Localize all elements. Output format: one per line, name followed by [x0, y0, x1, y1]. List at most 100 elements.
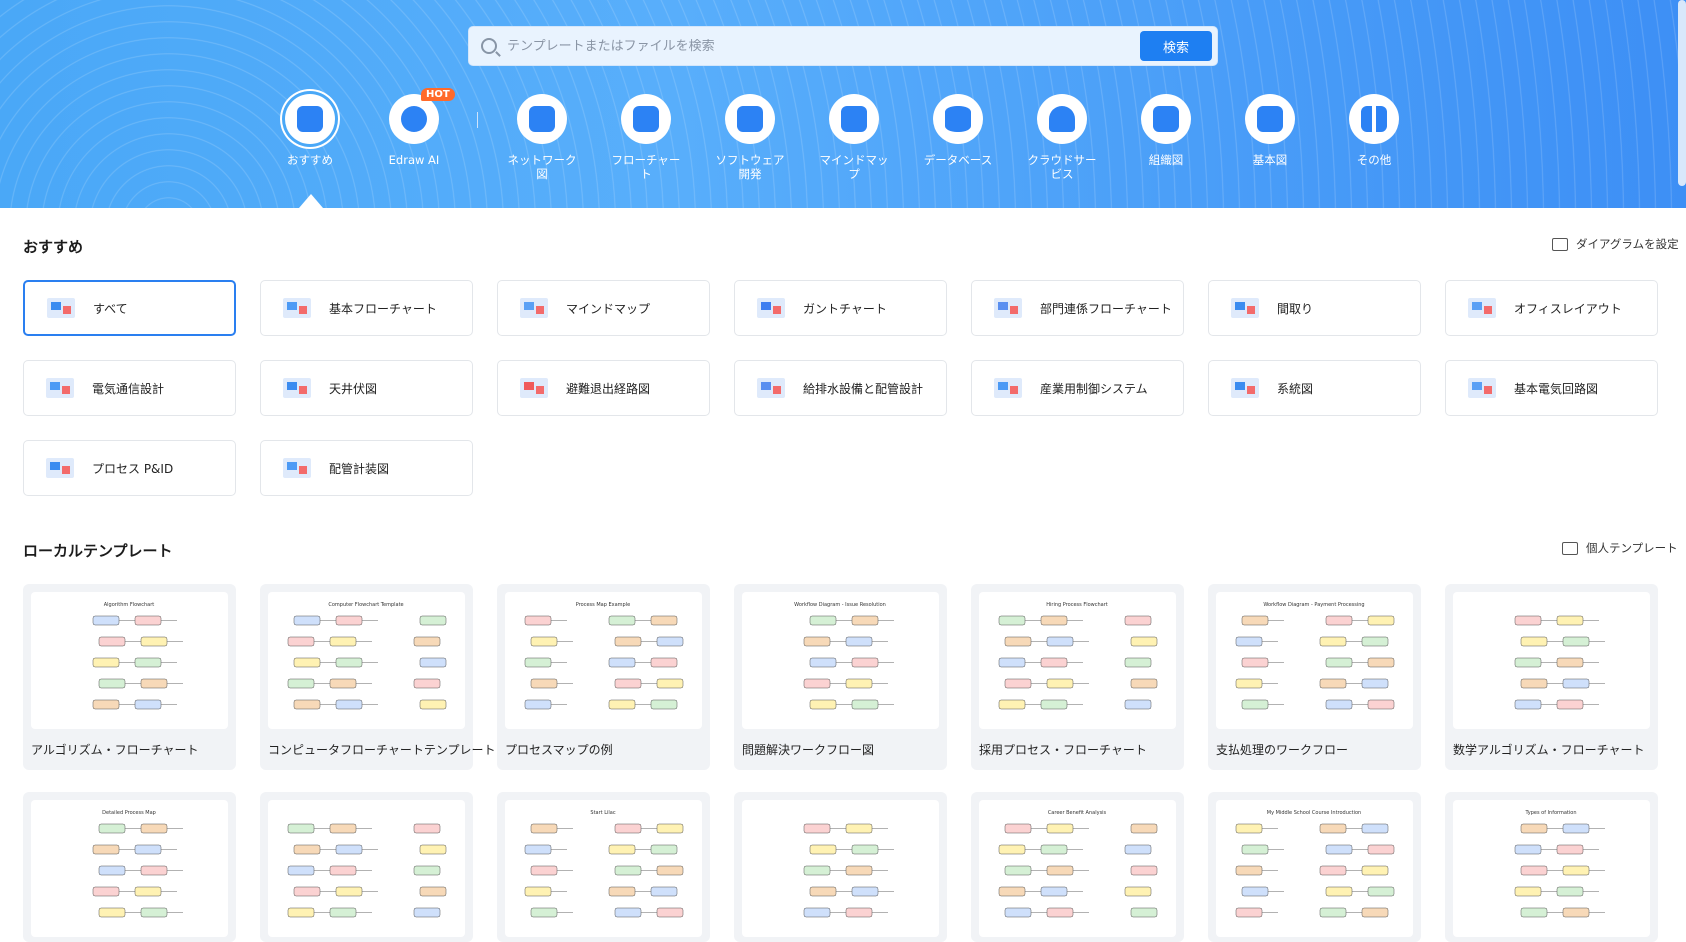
category-software[interactable]: ソフトウェア開発 [700, 92, 800, 181]
template-thumbnail: Career Benefit Analysis [979, 800, 1176, 937]
category-basic[interactable]: 基本図 [1220, 92, 1320, 167]
template-card[interactable] [734, 792, 947, 942]
thumb-title: Career Benefit Analysis [1048, 810, 1107, 816]
template-type-tile[interactable]: 電気通信設計 [23, 360, 236, 416]
template-type-tile[interactable]: 給排水設備と配管設計 [734, 360, 947, 416]
template-card[interactable]: Hiring Process Flowchart 採用プロセス・フローチャート [971, 584, 1184, 770]
grid-icon [1349, 94, 1399, 144]
template-card[interactable]: Workflow Diagram - Payment Processing 支払処… [1208, 584, 1421, 770]
template-type-tile[interactable]: 産業用制御システム [971, 360, 1184, 416]
category-recommended[interactable]: おすすめ [260, 92, 360, 167]
category-mindmap[interactable]: マインドマップ [804, 92, 904, 181]
hot-badge: HOT [421, 88, 455, 101]
template-type-tile[interactable]: 基本フローチャート [260, 280, 473, 336]
template-thumbnail: Detailed Process Map [31, 800, 228, 937]
template-card[interactable]: Process Map Example プロセスマップの例 [497, 584, 710, 770]
image-icon [45, 292, 77, 324]
template-type-label: 基本フローチャート [329, 301, 437, 316]
category-label: データベース [923, 153, 993, 167]
search-button[interactable]: 検索 [1140, 31, 1212, 61]
template-thumbnail: Types of Information [1453, 800, 1650, 937]
category-label: 基本図 [1252, 153, 1288, 167]
local-templates-title: ローカルテンプレート [23, 542, 173, 560]
flowchart-icon [281, 292, 313, 324]
search-input[interactable] [507, 38, 1140, 54]
category-database[interactable]: データベース [908, 92, 1008, 167]
cross-functional-icon [992, 292, 1024, 324]
thumb-title: Algorithm Flowchart [104, 602, 155, 608]
template-type-label: 天井伏図 [329, 381, 378, 396]
template-type-label: 部門連係フローチャート [1040, 301, 1172, 316]
template-card[interactable]: Workflow Diagram - Issue Resolution 問題解決ワ… [734, 584, 947, 770]
template-type-tile[interactable]: ガントチャート [734, 280, 947, 336]
template-type-tile[interactable]: オフィスレイアウト [1445, 280, 1658, 336]
thumb-title: Workflow Diagram - Issue Resolution [794, 602, 886, 608]
template-thumbnail: Start Lilac [505, 800, 702, 937]
template-card[interactable]: Start Lilac [497, 792, 710, 942]
diagram-settings-button[interactable]: ダイアグラムを設定 [1552, 236, 1679, 252]
personal-templates-button[interactable]: 個人テンプレート [1562, 540, 1678, 556]
template-type-label: 基本電気回路図 [1514, 381, 1599, 396]
template-card[interactable] [260, 792, 473, 942]
thumb-title: Workflow Diagram - Payment Processing [1263, 602, 1364, 608]
template-type-label: マインドマップ [566, 301, 651, 316]
piping-icon [281, 452, 313, 484]
category-org-chart[interactable]: 組織図 [1116, 92, 1216, 167]
template-type-label: ガントチャート [803, 301, 887, 316]
category-label: マインドマップ [819, 153, 889, 181]
search-icon [481, 38, 497, 54]
evacuation-icon [518, 372, 550, 404]
template-card[interactable]: 数学アルゴリズム・フローチャート [1445, 584, 1658, 770]
template-type-label: 産業用制御システム [1040, 381, 1148, 396]
category-cloud[interactable]: クラウドサービス [1012, 92, 1112, 181]
template-type-label: 電気通信設計 [92, 381, 165, 396]
category-label: ソフトウェア開発 [715, 153, 785, 181]
category-label: おすすめ [287, 153, 333, 167]
category-other[interactable]: その他 [1324, 92, 1424, 167]
category-network[interactable]: ネットワーク図 [492, 92, 592, 181]
template-type-tile[interactable]: 避難退出経路図 [497, 360, 710, 416]
template-card[interactable]: Algorithm Flowchart アルゴリズム・フローチャート [23, 584, 236, 770]
category-flowchart[interactable]: フローチャート [596, 92, 696, 181]
floor-plan-icon [1229, 292, 1261, 324]
template-type-tile[interactable]: マインドマップ [497, 280, 710, 336]
template-card[interactable]: Career Benefit Analysis [971, 792, 1184, 942]
template-thumbnail: Hiring Process Flowchart [979, 592, 1176, 729]
flowchart-icon [621, 94, 671, 144]
template-card[interactable]: Computer Flowchart Template コンピュータフローチャート… [260, 584, 496, 770]
category-label: クラウドサービス [1027, 153, 1097, 181]
template-name: 問題解決ワークフロー図 [742, 743, 875, 757]
template-thumbnail [742, 800, 939, 937]
telecom-icon [44, 372, 76, 404]
thumb-title: Detailed Process Map [102, 810, 156, 816]
template-type-tile[interactable]: 天井伏図 [260, 360, 473, 416]
layout-icon [1562, 541, 1578, 555]
template-type-tile[interactable]: すべて [23, 280, 236, 336]
template-type-tile[interactable]: 部門連係フローチャート [971, 280, 1184, 336]
template-type-tile[interactable]: 配管計装図 [260, 440, 473, 496]
template-type-tile[interactable]: 間取り [1208, 280, 1421, 336]
ceiling-plan-icon [281, 372, 313, 404]
template-card[interactable]: Types of Information [1445, 792, 1658, 942]
template-type-tile[interactable]: プロセス P&ID [23, 440, 236, 496]
thumb-title: Process Map Example [576, 602, 630, 608]
template-type-tile[interactable]: 系統図 [1208, 360, 1421, 416]
thumb-title: Hiring Process Flowchart [1046, 602, 1108, 608]
category-divider [477, 112, 478, 128]
circuit-icon [1466, 372, 1498, 404]
active-category-caret [299, 194, 323, 208]
template-card[interactable]: My Middle School Course Introduction [1208, 792, 1421, 942]
cloud-icon [1037, 94, 1087, 144]
template-thumbnail: Process Map Example [505, 592, 702, 729]
template-card[interactable]: Detailed Process Map [23, 792, 236, 942]
category-edraw-ai[interactable]: HOT Edraw AI [364, 88, 464, 167]
basic-shapes-icon [1245, 94, 1295, 144]
template-type-tile[interactable]: 基本電気回路図 [1445, 360, 1658, 416]
network-icon [517, 94, 567, 144]
mindmap-icon [829, 94, 879, 144]
sparkle-icon [389, 94, 439, 144]
software-icon [725, 94, 775, 144]
recommended-icon [285, 94, 335, 144]
office-layout-icon [1466, 292, 1498, 324]
settings-icon [1552, 237, 1568, 251]
